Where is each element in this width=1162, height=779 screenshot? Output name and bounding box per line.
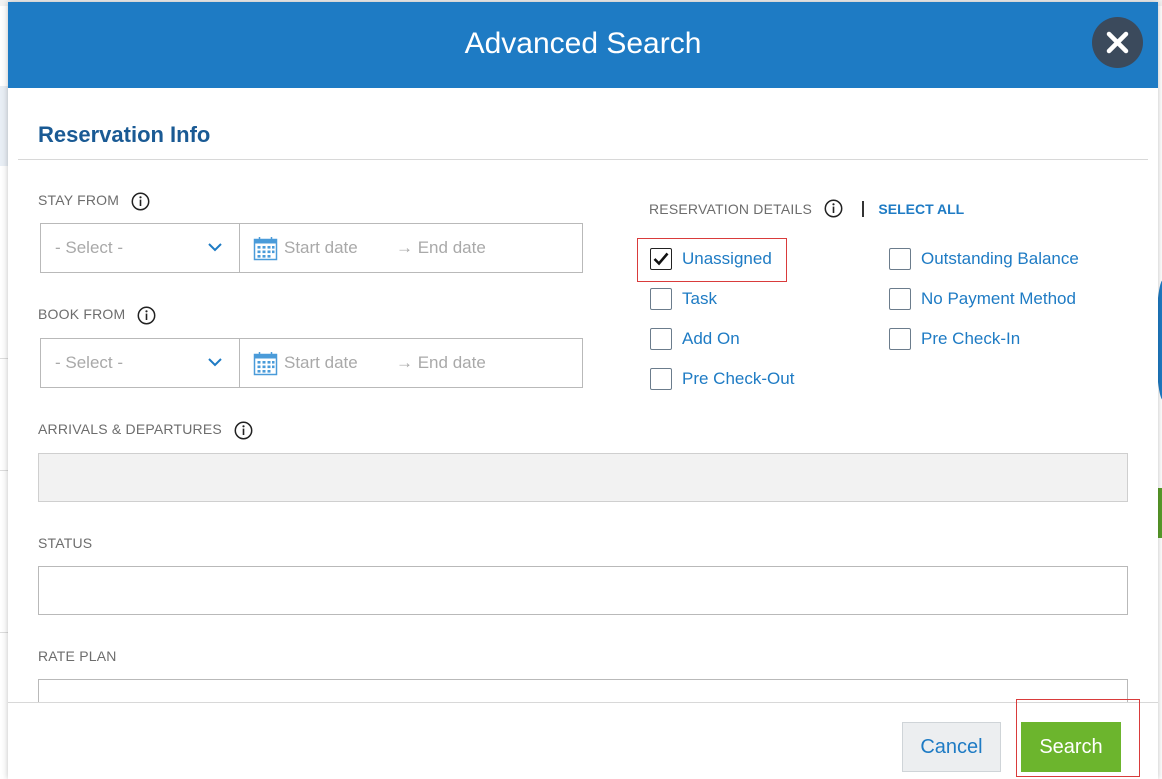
stay-from-start-date[interactable]: Start date: [284, 238, 358, 258]
chevron-down-icon: [208, 243, 222, 252]
close-icon: [1106, 31, 1129, 54]
info-icon[interactable]: [824, 199, 843, 218]
checkbox-box[interactable]: [889, 328, 911, 350]
reservation-details-label: RESERVATION DETAILS: [649, 200, 813, 217]
stay-from-end-date[interactable]: → End date: [396, 238, 486, 258]
select-all-link[interactable]: SELECT ALL: [878, 201, 964, 217]
book-from-end-date[interactable]: → End date: [396, 353, 486, 373]
checkbox-box[interactable]: [889, 248, 911, 270]
checkbox-label[interactable]: No Payment Method: [921, 289, 1076, 309]
stay-from-daterange: - Select - Start date → End date: [40, 223, 583, 273]
info-icon[interactable]: [234, 421, 253, 440]
checkbox-label[interactable]: Outstanding Balance: [921, 249, 1079, 269]
checkbox-label[interactable]: Unassigned: [682, 249, 772, 269]
checkbox-label[interactable]: Task: [682, 289, 717, 309]
stay-from-select-value: - Select -: [55, 238, 124, 257]
checkbox-box[interactable]: [650, 328, 672, 350]
reservation-details-header: RESERVATION DETAILS SELECT ALL: [649, 199, 964, 218]
section-divider: [18, 159, 1148, 160]
stay-from-label: STAY FROM: [38, 192, 120, 209]
checkbox-label[interactable]: Pre Check-Out: [682, 369, 794, 389]
checkbox-box[interactable]: [889, 288, 911, 310]
arrivals-label: ARRIVALS & DEPARTURES: [38, 421, 222, 438]
stay-from-label-row: STAY FROM: [38, 192, 150, 211]
checkmark-icon: [653, 252, 669, 266]
arrivals-departures-field[interactable]: [38, 453, 1128, 502]
modal-title: Advanced Search: [464, 27, 702, 60]
background-divider: [0, 470, 8, 471]
info-icon[interactable]: [131, 192, 150, 211]
checkbox-box[interactable]: [650, 368, 672, 390]
highlight-annotation: [1016, 699, 1140, 777]
book-from-select[interactable]: - Select -: [41, 339, 240, 387]
background-left-band: [0, 86, 8, 166]
arrivals-label-row: ARRIVALS & DEPARTURES: [38, 421, 253, 440]
checkbox-box[interactable]: [650, 248, 672, 270]
cancel-button[interactable]: Cancel: [902, 722, 1001, 772]
chevron-down-icon: [208, 358, 222, 367]
book-from-start-date[interactable]: Start date: [284, 353, 358, 373]
rate-plan-label: RATE PLAN: [38, 648, 117, 664]
background-divider: [0, 358, 8, 359]
stay-from-select[interactable]: - Select -: [41, 224, 240, 272]
calendar-icon[interactable]: [253, 351, 278, 376]
close-button[interactable]: [1092, 17, 1143, 68]
checkbox-label[interactable]: Pre Check-In: [921, 329, 1020, 349]
book-from-label: BOOK FROM: [38, 306, 126, 323]
divider: [861, 200, 864, 217]
checkbox-box[interactable]: [650, 288, 672, 310]
modal-header: Advanced Search: [8, 2, 1158, 88]
info-icon[interactable]: [137, 306, 156, 325]
status-field[interactable]: [38, 566, 1128, 615]
checkbox-label[interactable]: Add On: [682, 329, 740, 349]
rate-plan-field[interactable]: [38, 679, 1128, 702]
book-from-label-row: BOOK FROM: [38, 306, 156, 325]
status-label: STATUS: [38, 535, 93, 551]
book-from-select-value: - Select -: [55, 353, 124, 372]
section-title: Reservation Info: [38, 122, 211, 147]
background-divider: [0, 632, 8, 633]
calendar-icon[interactable]: [253, 236, 278, 261]
advanced-search-modal: Advanced Search Reservation Info STAY FR…: [8, 2, 1158, 779]
book-from-daterange: - Select - Start date → End date: [40, 338, 583, 388]
